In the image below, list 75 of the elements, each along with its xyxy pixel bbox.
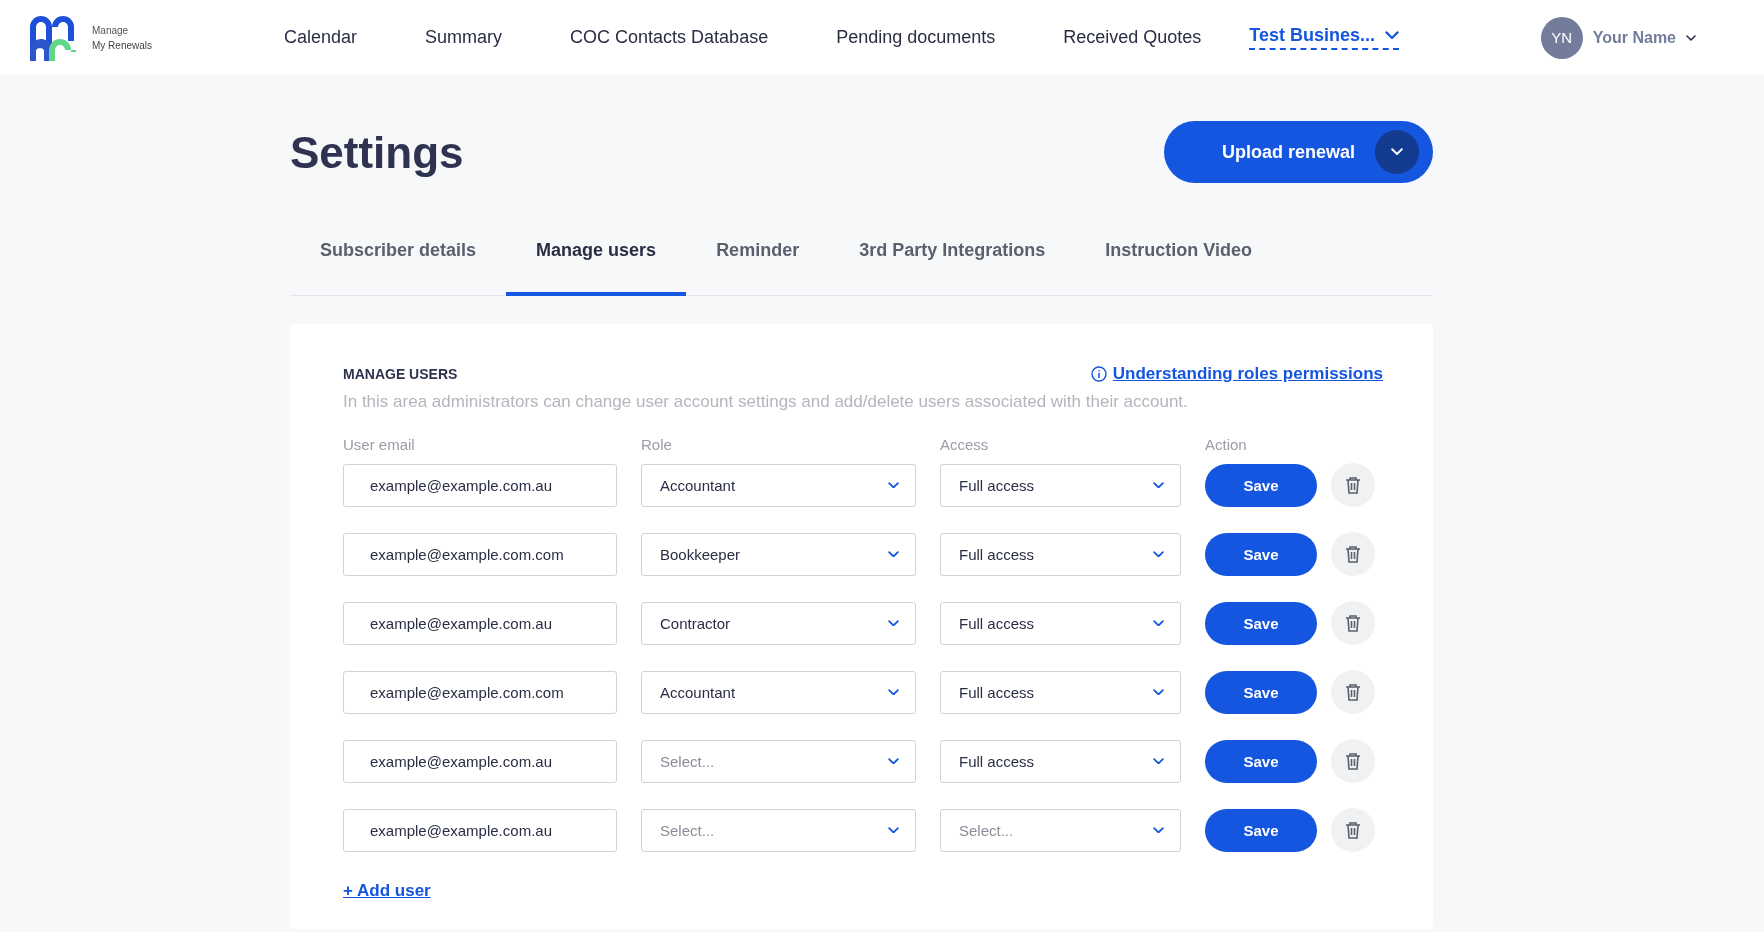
section-description: In this area administrators can change user account settings and add/delete users associated with their account. (343, 392, 1189, 412)
logo-icon (30, 14, 76, 61)
section-title: MANAGE USERS (343, 366, 458, 382)
select-field[interactable]: Full access (940, 739, 1181, 783)
select-field[interactable]: Accountant (641, 670, 916, 714)
chevron-down-icon (888, 550, 899, 558)
chevron-down-icon (888, 619, 899, 627)
chevron-down-icon (1153, 826, 1164, 834)
nav-link[interactable]: Calendar (250, 27, 392, 48)
brand-name: My Renewals (92, 38, 153, 53)
email-field[interactable]: example@example.com.au (343, 739, 617, 783)
chevron-down-icon (888, 757, 899, 765)
email-field[interactable]: example@example.com.au (343, 463, 617, 507)
settings-tab[interactable]: Manage users (506, 209, 687, 296)
email-field[interactable]: example@example.com.com (343, 670, 617, 714)
save-button[interactable]: Save (1205, 739, 1317, 783)
save-button[interactable]: Save (1205, 670, 1317, 714)
upload-renewal-button[interactable]: Upload renewal (1164, 121, 1433, 183)
chevron-down-icon (888, 826, 899, 834)
chevron-down-icon (1686, 34, 1696, 41)
chevron-down-icon (888, 481, 899, 489)
trash-icon (1345, 683, 1361, 701)
chevron-down-icon (1153, 550, 1164, 558)
delete-button[interactable] (1331, 463, 1375, 507)
settings-tab[interactable]: Subscriber details (290, 209, 507, 296)
business-selector[interactable]: Test Busines... (1249, 25, 1400, 50)
email-field[interactable]: example@example.com.com (343, 532, 617, 576)
chevron-down-icon (888, 688, 899, 696)
select-field[interactable]: Full access (940, 532, 1181, 576)
roles-permissions-link[interactable]: Understanding roles permissions (1112, 364, 1383, 384)
user-avatar[interactable]: YN (1540, 16, 1583, 59)
user-name[interactable]: Your Name (1592, 28, 1676, 47)
nav-link[interactable]: Received Quotes (1029, 27, 1236, 48)
nav-link[interactable]: COC Contacts Database (536, 27, 803, 48)
column-header: Access (940, 436, 990, 453)
save-button[interactable]: Save (1205, 808, 1317, 852)
column-header: Role (641, 436, 673, 453)
email-field[interactable]: example@example.com.au (343, 808, 617, 852)
save-button[interactable]: Save (1205, 601, 1317, 645)
select-field[interactable]: Full access (940, 670, 1181, 714)
delete-button[interactable] (1331, 808, 1375, 852)
chevron-down-icon (1153, 481, 1164, 489)
chevron-down-icon (1385, 31, 1400, 40)
chevron-down-icon (1153, 757, 1164, 765)
trash-icon (1345, 614, 1361, 632)
trash-icon (1345, 821, 1361, 839)
trash-icon (1345, 545, 1361, 563)
delete-button[interactable] (1331, 532, 1375, 576)
column-header: Action (1205, 436, 1248, 453)
delete-button[interactable] (1331, 670, 1375, 714)
trash-icon (1345, 476, 1361, 494)
brand-name: Manage (92, 23, 130, 38)
chevron-down-icon (1391, 148, 1403, 156)
email-field[interactable]: example@example.com.au (343, 601, 617, 645)
column-header: User email (343, 436, 416, 453)
nav-link[interactable]: Pending documents (802, 27, 1030, 48)
save-button[interactable]: Save (1205, 463, 1317, 507)
nav-link[interactable]: Summary (391, 27, 537, 48)
chevron-down-icon (1153, 619, 1164, 627)
add-user-link[interactable]: + Add user (343, 881, 431, 901)
trash-icon (1345, 752, 1361, 770)
save-button[interactable]: Save (1205, 532, 1317, 576)
select-field[interactable]: Bookkeeper (641, 532, 916, 576)
select-field[interactable]: Full access (940, 601, 1181, 645)
page-title: Settings (290, 128, 464, 178)
chevron-down-icon (1153, 688, 1164, 696)
settings-tab[interactable]: Instruction Video (1075, 209, 1282, 296)
delete-button[interactable] (1331, 739, 1375, 783)
select-field[interactable]: Full access (940, 463, 1181, 507)
select-field[interactable]: Accountant (641, 463, 916, 507)
settings-tab[interactable]: 3rd Party Integrations (829, 209, 1076, 296)
select-field[interactable]: Contractor (641, 601, 916, 645)
settings-tab[interactable]: Reminder (686, 209, 830, 296)
delete-button[interactable] (1331, 601, 1375, 645)
info-icon (1090, 366, 1107, 382)
